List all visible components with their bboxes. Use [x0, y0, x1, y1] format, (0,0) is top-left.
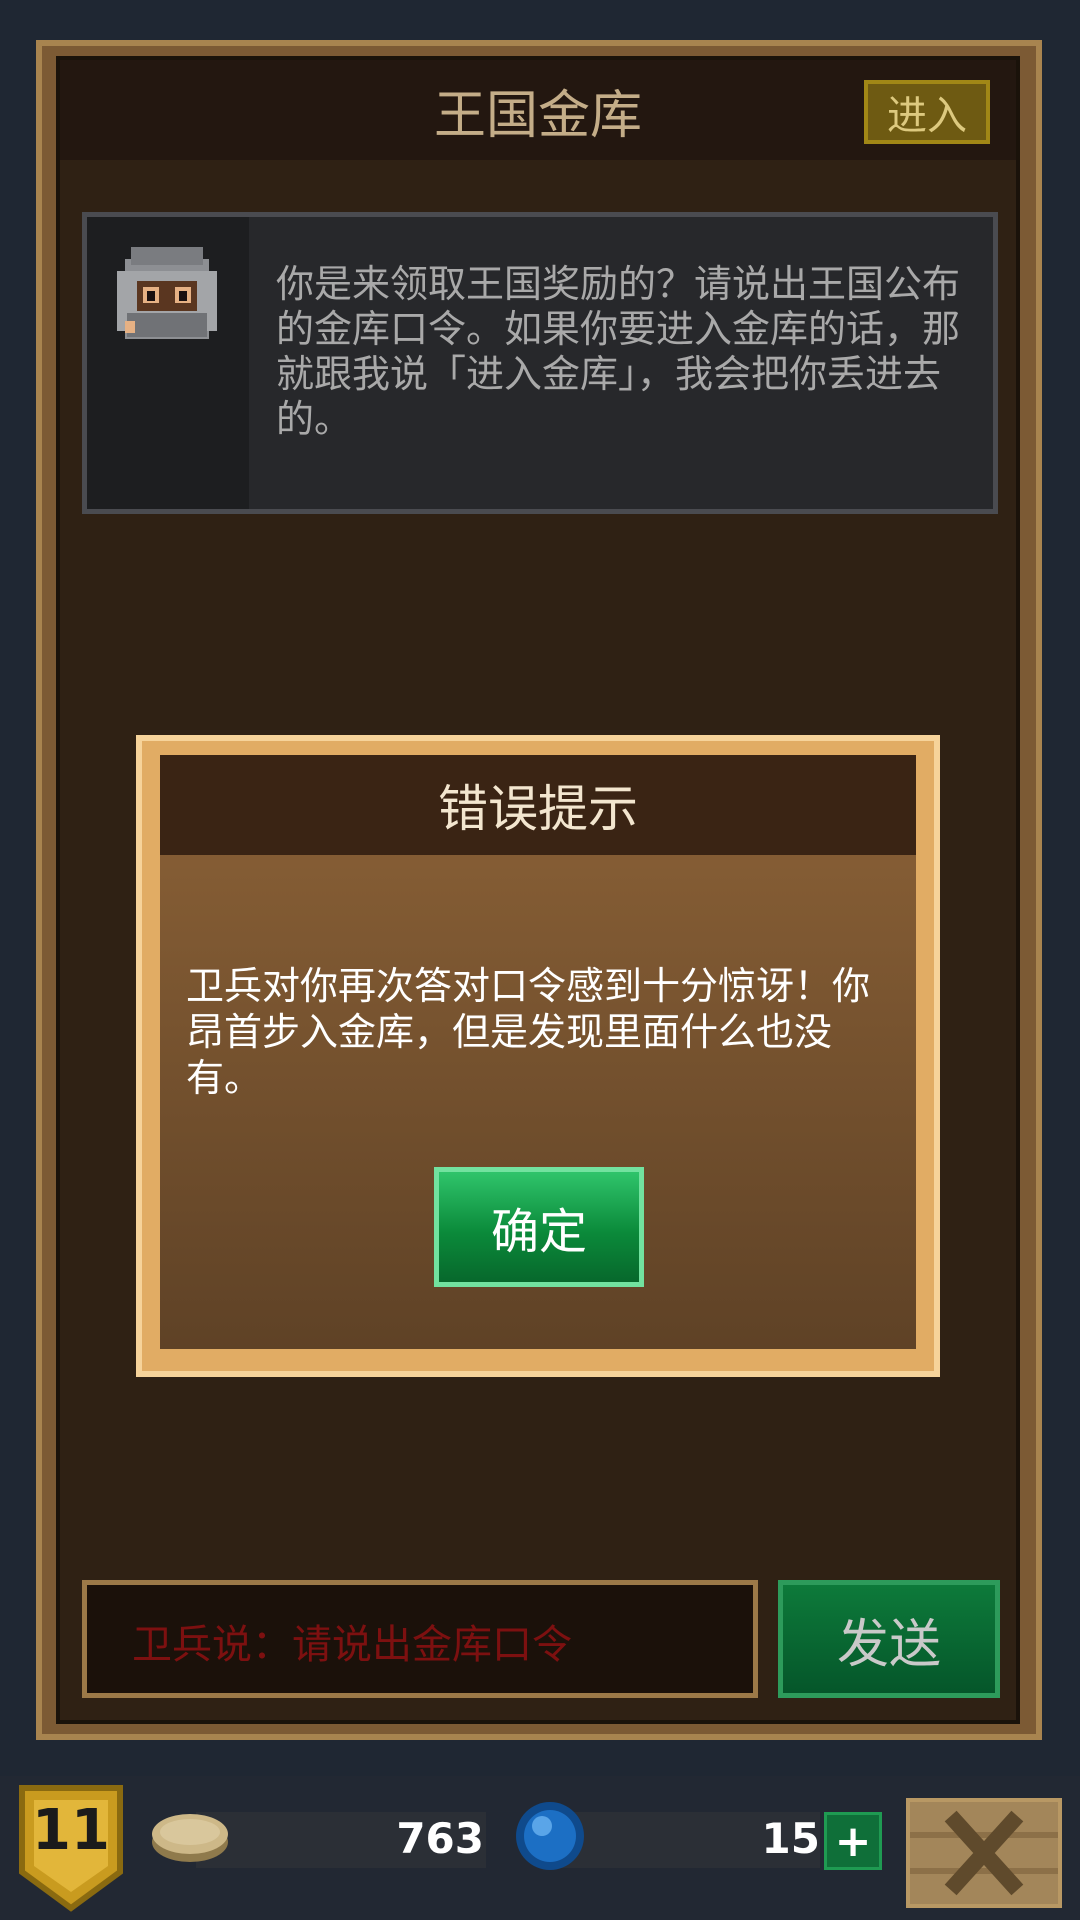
close-button[interactable] [906, 1798, 1062, 1908]
guard-avatar-icon [117, 247, 217, 339]
enter-button[interactable]: 进入 [864, 80, 990, 144]
guard-portrait [87, 217, 249, 509]
level-value: 11 [32, 1798, 110, 1863]
confirm-button[interactable]: 确定 [434, 1167, 644, 1287]
gold-count: 763 [396, 1814, 484, 1863]
error-modal-title: 错误提示 [438, 780, 638, 838]
gem-count: 15 [761, 1814, 820, 1863]
error-modal-message: 卫兵对你再次答对口令感到十分惊讶！你昂首步入金库，但是发现里面什么也没有。 [186, 964, 871, 1100]
blue-gem-icon [512, 1798, 588, 1874]
add-gems-button[interactable]: + [824, 1812, 882, 1870]
password-input-text: 卫兵说：请说出金库口令 [132, 1622, 572, 1668]
close-icon [910, 1802, 1058, 1904]
gold-coin-icon [148, 1806, 232, 1866]
send-button[interactable]: 发送 [778, 1580, 1000, 1698]
guard-dialog-text: 你是来领取王国奖励的？请说出王国公布的金库口令。如果你要进入金库的话，那就跟我说… [276, 262, 961, 441]
